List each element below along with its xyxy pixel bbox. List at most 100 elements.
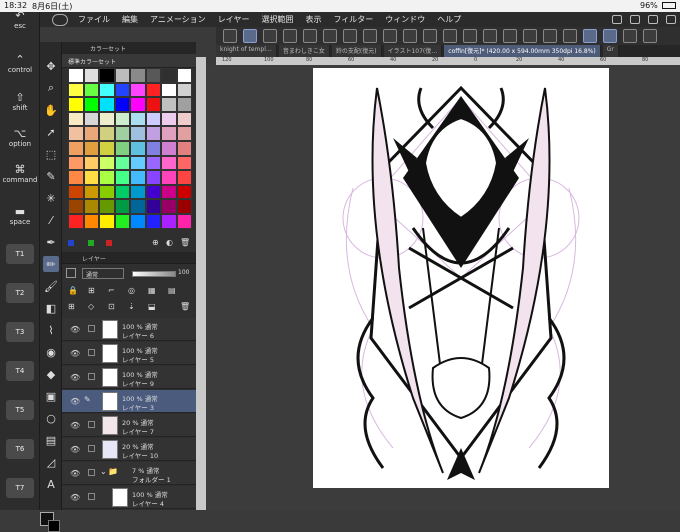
snap-ruler-icon[interactable] bbox=[583, 29, 597, 43]
folder-row[interactable]: 👁 ⌄ 📁 7 % 通常 フォルダー 1 bbox=[62, 462, 196, 485]
visibility-eye-icon[interactable]: 👁 bbox=[70, 325, 80, 334]
color-swatch[interactable] bbox=[145, 97, 161, 112]
color-swatch[interactable] bbox=[130, 82, 146, 98]
color-swatch[interactable] bbox=[161, 126, 177, 141]
reference-icon[interactable]: ◎ bbox=[128, 286, 135, 295]
color-swatch[interactable] bbox=[83, 213, 99, 229]
mask-icon[interactable]: ▦ bbox=[148, 286, 156, 295]
edit-icon[interactable] bbox=[243, 29, 257, 43]
color-swatch[interactable] bbox=[176, 97, 192, 112]
gradient-tool-icon[interactable]: ▣ bbox=[43, 388, 59, 404]
color-swatch[interactable] bbox=[176, 82, 192, 98]
color-swatch[interactable] bbox=[130, 213, 146, 229]
color-swatch[interactable] bbox=[114, 140, 130, 156]
save-icon[interactable] bbox=[630, 15, 640, 24]
trash-icon[interactable]: 🗑 bbox=[180, 238, 190, 247]
menu-edit[interactable]: 編集 bbox=[122, 14, 138, 25]
visibility-eye-icon[interactable]: 👁 bbox=[70, 373, 80, 382]
transform-icon[interactable] bbox=[423, 29, 437, 43]
color-swatch[interactable] bbox=[83, 170, 99, 185]
color-swatch[interactable] bbox=[161, 140, 177, 156]
ruler-tool-icon[interactable]: ◿ bbox=[43, 454, 59, 470]
color-swatch[interactable] bbox=[83, 82, 99, 98]
menu-filter[interactable]: フィルター bbox=[333, 14, 373, 25]
color-swatch[interactable] bbox=[130, 126, 146, 141]
color-swatch[interactable] bbox=[68, 126, 84, 141]
frame-tool-icon[interactable]: ▤ bbox=[43, 432, 59, 448]
menu-file[interactable]: ファイル bbox=[78, 14, 110, 25]
color-swatch[interactable] bbox=[114, 126, 130, 141]
doc-tab[interactable]: 音まわしきこ女 bbox=[278, 45, 330, 57]
color-swatch[interactable] bbox=[68, 140, 84, 156]
t1-key[interactable]: T1 bbox=[6, 244, 34, 264]
merge-icon[interactable]: ⇣ bbox=[128, 302, 135, 311]
color-swatch[interactable] bbox=[83, 68, 99, 83]
color-swatch[interactable] bbox=[83, 97, 99, 112]
redo-icon[interactable] bbox=[363, 29, 377, 43]
color-swatch[interactable] bbox=[161, 170, 177, 185]
new-icon[interactable] bbox=[303, 29, 317, 43]
eraser-tool-icon[interactable]: ◧ bbox=[43, 300, 59, 316]
gallery-icon[interactable] bbox=[263, 29, 277, 43]
color-swatch[interactable] bbox=[130, 199, 146, 214]
color-swatch[interactable] bbox=[130, 170, 146, 185]
t6-key[interactable]: T6 bbox=[6, 439, 34, 459]
layer-row[interactable]: 👁 100 % 通常 レイヤー 9 bbox=[62, 366, 196, 389]
layer-checkbox[interactable] bbox=[88, 421, 95, 428]
color-swatch[interactable] bbox=[114, 68, 130, 83]
color-swatch[interactable] bbox=[99, 199, 115, 214]
layer-color-icon[interactable] bbox=[66, 268, 76, 278]
color-swatch[interactable] bbox=[83, 199, 99, 214]
layer-row[interactable]: 👁 100 % 通常 レイヤー 5 bbox=[62, 342, 196, 365]
snap-grid-icon[interactable] bbox=[623, 29, 637, 43]
open-icon[interactable] bbox=[323, 29, 337, 43]
color-swatch[interactable] bbox=[68, 155, 84, 171]
color-swatch[interactable] bbox=[145, 111, 161, 127]
t5-key[interactable]: T5 bbox=[6, 400, 34, 420]
menu-view[interactable]: 表示 bbox=[305, 14, 321, 25]
color-swatch[interactable] bbox=[130, 184, 146, 200]
color-swatch[interactable] bbox=[161, 184, 177, 200]
color-swatch[interactable] bbox=[68, 111, 84, 127]
color-swatch[interactable] bbox=[68, 82, 84, 98]
lasso-fill-icon[interactable] bbox=[483, 29, 497, 43]
color-swatch[interactable] bbox=[130, 68, 146, 83]
delete-layer-icon[interactable]: 🗑 bbox=[180, 302, 190, 311]
doc-tab[interactable]: イラスト107(復… bbox=[383, 45, 443, 57]
undo-icon[interactable] bbox=[343, 29, 357, 43]
color-swatch[interactable] bbox=[83, 126, 99, 141]
color-swatch[interactable] bbox=[99, 82, 115, 98]
color-swatch[interactable] bbox=[68, 97, 84, 112]
fill-tool-icon[interactable]: ◉ bbox=[43, 344, 59, 360]
layer-checkbox[interactable] bbox=[88, 349, 95, 356]
doc-tab[interactable]: knight of templ… bbox=[216, 45, 277, 57]
color-swatch[interactable] bbox=[99, 97, 115, 112]
magic-wand-icon[interactable]: ✳ bbox=[43, 190, 59, 206]
visibility-eye-icon[interactable]: 👁 bbox=[70, 445, 80, 454]
t7-key[interactable]: T7 bbox=[6, 478, 34, 498]
color-swatch[interactable] bbox=[83, 184, 99, 200]
layer-checkbox[interactable] bbox=[88, 445, 95, 452]
color-swatch[interactable] bbox=[176, 184, 192, 200]
color-swatch[interactable] bbox=[114, 111, 130, 127]
color-swatch[interactable] bbox=[161, 68, 177, 83]
shift-key[interactable]: ⇧ shift bbox=[2, 92, 38, 113]
color-swatch[interactable] bbox=[176, 68, 192, 83]
selection-tool-icon[interactable]: ⬚ bbox=[43, 146, 59, 162]
paste-icon[interactable] bbox=[563, 29, 577, 43]
control-key[interactable]: ⌃ control bbox=[2, 54, 38, 75]
visibility-eye-icon[interactable]: 👁 bbox=[70, 421, 80, 430]
menu-layer[interactable]: レイヤー bbox=[218, 14, 250, 25]
color-swatch[interactable] bbox=[130, 111, 146, 127]
color-swatch[interactable] bbox=[145, 126, 161, 141]
menu-animation[interactable]: アニメーション bbox=[150, 14, 206, 25]
visibility-eye-icon[interactable]: 👁 bbox=[70, 493, 80, 502]
color-swatch[interactable] bbox=[114, 184, 130, 200]
add-color-icon[interactable]: ⊕ bbox=[152, 238, 159, 247]
color-swatch[interactable] bbox=[176, 213, 192, 229]
color-swatch[interactable] bbox=[161, 97, 177, 112]
color-swatch[interactable] bbox=[176, 155, 192, 171]
color-swatch[interactable] bbox=[114, 199, 130, 214]
ruler-icon[interactable]: ⊞ bbox=[88, 286, 95, 295]
color-swatch[interactable] bbox=[145, 213, 161, 229]
